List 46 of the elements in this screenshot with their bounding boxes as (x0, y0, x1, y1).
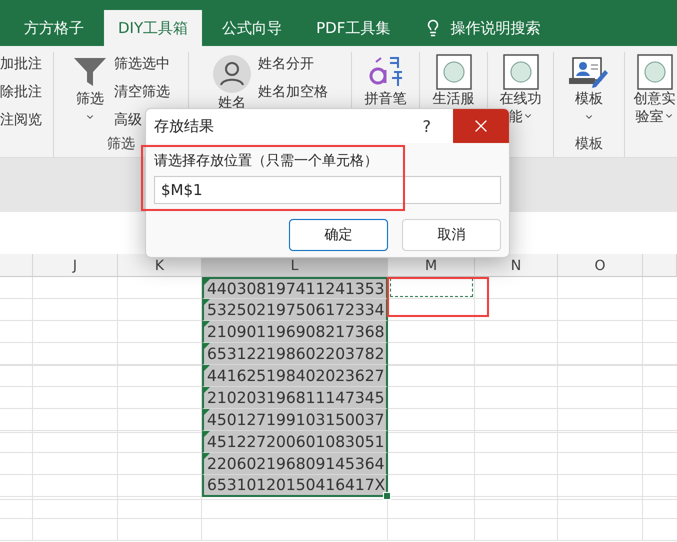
table-cell: 450127199103150037 (202, 409, 388, 431)
ribbon-button[interactable]: 模板 (569, 52, 609, 135)
help-button[interactable]: ? (422, 116, 431, 136)
table-cell: 451227200601083051 (202, 431, 388, 453)
ribbon-tab[interactable]: 方方格子 (10, 10, 98, 46)
column-header[interactable]: O (558, 254, 643, 277)
dialog-title: 存放结果 (153, 116, 215, 136)
ribbon-menu-item[interactable]: 姓名分开 (258, 54, 328, 74)
ribbon-menu-item[interactable]: 注阅览 (0, 110, 42, 130)
input-field[interactable]: $M$1 (154, 176, 501, 204)
ribbon-menu-item[interactable]: 清空筛选 (114, 82, 170, 102)
table-cell: 653122198602203782 (202, 343, 388, 365)
circle-tile-icon (502, 54, 538, 90)
search-label[interactable]: 操作说明搜索 (450, 18, 540, 38)
circle-tile-icon (436, 54, 472, 90)
group-label: 筛选 (106, 135, 136, 154)
table-cell: 210901196908217368 (202, 321, 388, 343)
group-label: 模板 (574, 135, 604, 154)
ribbon-tab[interactable]: DIY工具箱 (104, 10, 202, 46)
ribbon-tab[interactable]: 公式向导 (208, 10, 296, 46)
ribbon-button[interactable]: 创意实 验室 (634, 52, 676, 135)
column-header[interactable]: N (475, 254, 558, 277)
ribbon-menu-item[interactable]: 筛选选中 (114, 54, 170, 74)
close-button[interactable] (453, 109, 509, 143)
fill-handle[interactable] (383, 492, 391, 500)
table-cell: 210203196811147345 (202, 387, 388, 409)
ribbon-menu-item[interactable]: 除批注 (0, 82, 42, 102)
ribbon-button[interactable]: 生活服 (432, 52, 474, 135)
ribbon-tab[interactable]: PDF工具集 (302, 10, 404, 46)
ribbon-button[interactable]: 筛选 (72, 52, 108, 135)
dialog-button[interactable]: 取消 (402, 219, 501, 251)
table-cell: 532502197506172334 (202, 299, 388, 321)
column-header[interactable] (643, 254, 677, 277)
person-icon (212, 54, 252, 94)
circle-tile-icon (636, 54, 672, 90)
ribbon-button[interactable]: 拼音笔 (364, 52, 406, 135)
field-label: 请选择存放位置（只需一个单元格） (154, 152, 379, 170)
column-header[interactable] (0, 254, 33, 277)
dialog-button[interactable]: 确定 (289, 219, 388, 251)
table-cell: 220602196809145364 (202, 453, 388, 475)
ribbon-menu-item[interactable]: 加批注 (0, 54, 42, 74)
table-cell: 440308197411241353 (202, 277, 388, 299)
table-cell: 441625198402023627 (202, 365, 388, 387)
ribbon-menu-item[interactable]: 姓名加空格 (258, 82, 328, 102)
column-header[interactable]: J (33, 254, 118, 277)
table-cell: 65310120150416417X (202, 475, 388, 497)
